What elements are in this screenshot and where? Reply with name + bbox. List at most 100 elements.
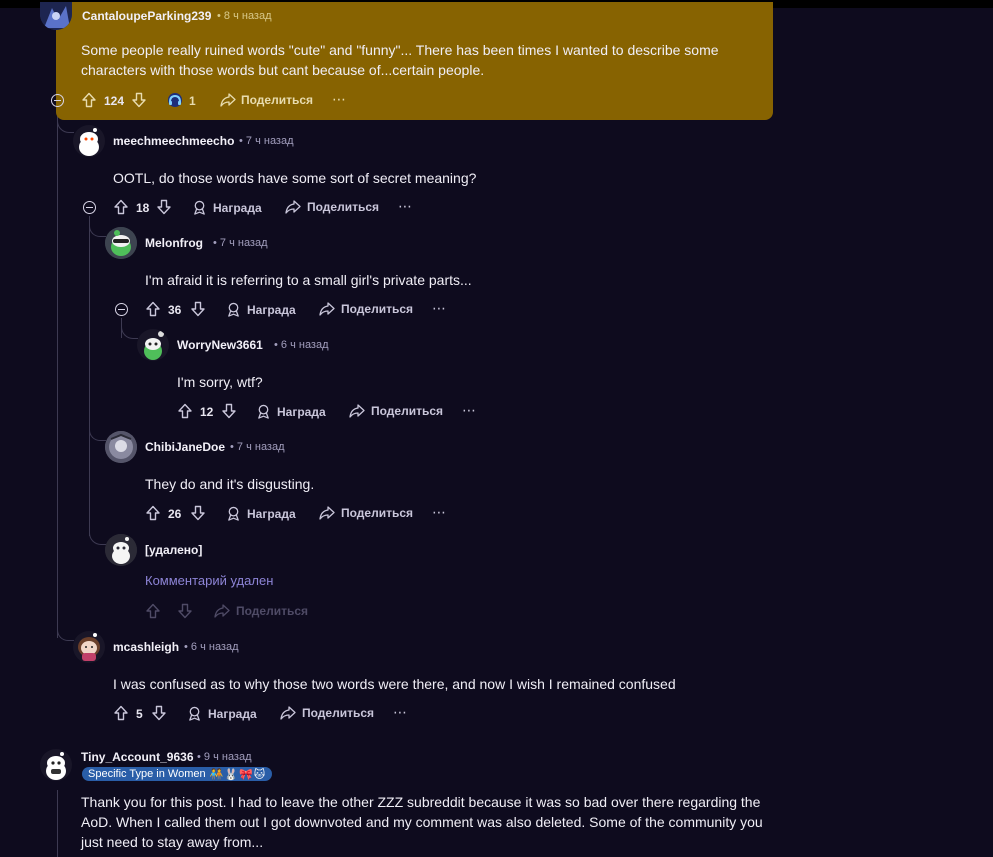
- username[interactable]: ChibiJaneDoe: [145, 440, 225, 454]
- collapse-button[interactable]: [115, 303, 128, 316]
- username[interactable]: Tiny_Account_9636: [81, 750, 194, 764]
- flair-label: Specific Type in Women: [88, 768, 206, 780]
- more-options-button[interactable]: ⋯: [462, 402, 477, 419]
- vote-count: 5: [136, 707, 143, 721]
- award-icon: [194, 200, 205, 215]
- username[interactable]: meechmeechmeecho: [113, 134, 234, 148]
- collapse-button[interactable]: [51, 94, 64, 107]
- timestamp: • 6 ч назад: [184, 641, 239, 653]
- thread-elbow: [121, 326, 138, 339]
- comment-text: I'm afraid it is referring to a small gi…: [145, 272, 472, 288]
- downvote-button[interactable]: [190, 301, 206, 317]
- username[interactable]: CantaloupePark‍ing239: [82, 9, 211, 23]
- upvote-button[interactable]: [81, 92, 97, 108]
- avatar[interactable]: [73, 125, 105, 157]
- upvote-button[interactable]: [145, 301, 161, 317]
- award-icon: [258, 404, 269, 419]
- downvote-icon: [132, 92, 146, 108]
- comment-text: Thank you for this post. I had to leave …: [81, 794, 763, 850]
- avatar[interactable]: [137, 329, 169, 361]
- more-options-button[interactable]: ⋯: [432, 300, 447, 317]
- award-button[interactable]: Награда: [187, 706, 257, 721]
- downvote-icon: [157, 199, 171, 215]
- more-options-button[interactable]: ⋯: [398, 198, 413, 215]
- share-button[interactable]: Поделиться: [319, 302, 413, 316]
- award-icon: [228, 302, 239, 317]
- award-button[interactable]: Награда: [192, 200, 262, 215]
- username[interactable]: WorryNew3661: [177, 338, 263, 352]
- award-icon: [228, 506, 239, 521]
- upvote-button[interactable]: [113, 199, 129, 215]
- downvote-icon: [152, 705, 166, 721]
- share-button[interactable]: Поделиться: [220, 93, 313, 107]
- timestamp: • 8 ч назад: [217, 10, 272, 22]
- username[interactable]: mcashleigh: [113, 640, 179, 654]
- downvote-button[interactable]: [151, 705, 167, 721]
- timestamp: • 7 ч назад: [230, 441, 285, 453]
- share-label: Поделиться: [307, 200, 380, 214]
- share-icon: [349, 404, 365, 418]
- thread-line: [57, 108, 58, 638]
- upvote-icon: [146, 505, 160, 521]
- award-button[interactable]: [167, 92, 183, 108]
- share-button[interactable]: Поделиться: [285, 200, 379, 214]
- more-options-button[interactable]: ⋯: [393, 704, 408, 721]
- more-options-button[interactable]: ⋯: [332, 91, 347, 108]
- avatar[interactable]: [73, 631, 105, 663]
- award-label: Награда: [277, 404, 326, 419]
- downvote-button[interactable]: [221, 403, 237, 419]
- thread-line: [89, 216, 90, 536]
- comment-text: I was confused as to why those two words…: [113, 676, 676, 692]
- upvote-icon: [82, 92, 96, 108]
- timestamp: • 9 ч назад: [197, 751, 252, 763]
- upvote-icon: [146, 301, 160, 317]
- downvote-button[interactable]: [131, 92, 147, 108]
- upvote-button: [145, 603, 161, 619]
- share-icon: [220, 93, 236, 107]
- vote-count: 18: [136, 201, 150, 215]
- avatar[interactable]: [105, 431, 137, 463]
- comment-text: OOTL, do those words have some sort of s…: [113, 170, 477, 186]
- award-label: Награда: [213, 200, 262, 215]
- award-label: Награда: [208, 706, 257, 721]
- upvote-icon: [146, 603, 160, 619]
- share-icon: [319, 302, 335, 316]
- avatar[interactable]: [40, 749, 72, 781]
- upvote-icon: [114, 705, 128, 721]
- collapse-button[interactable]: [83, 201, 96, 214]
- share-label: Поделиться: [236, 604, 309, 618]
- more-options-button[interactable]: ⋯: [432, 504, 447, 521]
- thread-line: [57, 790, 58, 857]
- comment-text: They do and it's disgusting.: [145, 476, 315, 492]
- award-icon: [168, 93, 182, 107]
- thread-elbow: [57, 120, 74, 133]
- share-label: Поделиться: [341, 302, 414, 316]
- share-icon: [214, 604, 230, 618]
- award-count: 1: [189, 94, 196, 108]
- avatar[interactable]: [105, 227, 137, 259]
- downvote-button: [177, 603, 193, 619]
- share-label: Поделиться: [241, 93, 314, 107]
- award-button[interactable]: Награда: [226, 506, 296, 521]
- downvote-icon: [178, 603, 192, 619]
- award-button[interactable]: Награда: [226, 302, 296, 317]
- share-button[interactable]: Поделиться: [349, 404, 443, 418]
- share-label: Поделиться: [302, 706, 375, 720]
- award-label: Награда: [247, 302, 296, 317]
- timestamp: • 7 ч назад: [239, 135, 294, 147]
- vote-count: 12: [200, 405, 214, 419]
- vote-count: 124: [104, 94, 125, 108]
- upvote-button[interactable]: [177, 403, 193, 419]
- share-button[interactable]: Поделиться: [280, 706, 374, 720]
- downvote-button[interactable]: [156, 199, 172, 215]
- user-flair: Specific Type in Women 🧑‍🤝‍🧑🐰🎀🐱: [82, 767, 273, 781]
- upvote-button[interactable]: [145, 505, 161, 521]
- downvote-button[interactable]: [190, 505, 206, 521]
- thread-elbow: [89, 530, 106, 545]
- share-button[interactable]: Поделиться: [319, 506, 413, 520]
- upvote-button[interactable]: [113, 705, 129, 721]
- username[interactable]: Melonfrog: [145, 236, 203, 250]
- deleted-comment-text: Комментарий удален: [145, 573, 274, 588]
- award-button[interactable]: Награда: [256, 404, 326, 419]
- thread-elbow: [89, 430, 106, 441]
